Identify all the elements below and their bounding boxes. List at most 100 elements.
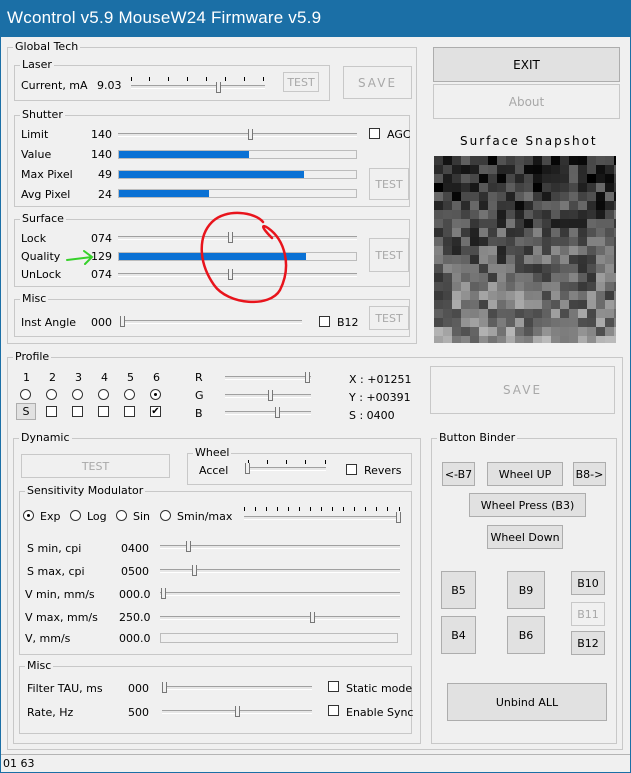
profile-check-2[interactable] (46, 406, 57, 417)
accel-thumb[interactable] (245, 463, 250, 474)
b4-button[interactable]: B4 (441, 616, 476, 654)
shutter-limit-value: 140 (91, 128, 112, 141)
profile-num-5: 5 (127, 371, 134, 384)
profile-num-3: 3 (75, 371, 82, 384)
profile-radio-6[interactable] (150, 389, 161, 400)
rgb-g-thumb[interactable] (268, 390, 273, 401)
dynamic-title: Dynamic (19, 431, 72, 445)
wheel-up-button[interactable]: Wheel UP (487, 462, 563, 486)
profile-check-5[interactable] (124, 406, 135, 417)
laser-test-button[interactable]: TEST (283, 72, 319, 92)
sensitivity-title: Sensitivity Modulator (25, 484, 146, 498)
vmin-slider[interactable] (160, 592, 400, 596)
button-binder-title: Button Binder (437, 431, 518, 445)
dynamic-test-button[interactable]: TEST (21, 454, 170, 478)
profile-s-button[interactable]: S (16, 403, 36, 420)
accel-slider[interactable] (248, 467, 326, 471)
profile-num-2: 2 (49, 371, 56, 384)
b12-button[interactable]: B12 (571, 631, 605, 655)
accel-slider-ticks (248, 460, 326, 464)
shutter-value-fill (119, 151, 250, 158)
mode-sminmax-radio[interactable] (160, 510, 171, 521)
profile-save-button[interactable]: SAVE (430, 366, 615, 414)
exit-button[interactable]: EXIT (433, 47, 620, 82)
smin-thumb[interactable] (186, 541, 191, 552)
mode-slider[interactable] (244, 516, 400, 520)
surface-test-button[interactable]: TEST (369, 238, 409, 272)
filter-tau-label: Filter TAU, ms (27, 682, 103, 695)
unbind-all-button[interactable]: Unbind ALL (447, 683, 607, 721)
shutter-avgpixel-value: 24 (98, 188, 112, 201)
rgb-b-slider[interactable] (225, 411, 311, 415)
rgb-r-thumb[interactable] (305, 372, 310, 383)
profile-check-4[interactable] (98, 406, 109, 417)
rgb-r-slider[interactable] (225, 376, 311, 380)
profile-radio-3[interactable] (72, 389, 83, 400)
status-text: 01 63 (3, 757, 35, 770)
inst-angle-thumb[interactable] (120, 316, 125, 327)
coord-s: S : 0400 (349, 409, 395, 422)
revers-checkbox[interactable] (346, 464, 357, 475)
smax-thumb[interactable] (192, 565, 197, 576)
global-misc-title: Misc (20, 292, 49, 306)
profile-check-6[interactable]: ✔ (150, 406, 161, 417)
wheel-down-button[interactable]: Wheel Down (487, 525, 563, 549)
wheel-press-button[interactable]: Wheel Press (B3) (469, 493, 586, 517)
coord-y: Y : +00391 (349, 391, 411, 404)
surface-unlock-thumb[interactable] (228, 269, 233, 280)
misc-test-button[interactable]: TEST (369, 306, 409, 330)
b8-button[interactable]: B8-> (573, 462, 606, 486)
inst-angle-slider[interactable] (121, 320, 302, 324)
smax-value: 0500 (121, 565, 149, 578)
vmax-label: V max, mm/s (25, 611, 98, 624)
vmax-thumb[interactable] (310, 612, 315, 623)
laser-slider-thumb[interactable] (216, 82, 221, 93)
vmax-slider[interactable] (160, 616, 400, 620)
mode-slider-thumb[interactable] (396, 512, 401, 523)
profile-check-3[interactable] (72, 406, 83, 417)
status-bar: 01 63 (1, 754, 630, 772)
mode-log-radio[interactable] (70, 510, 81, 521)
mode-exp-radio[interactable] (23, 510, 34, 521)
b11-button[interactable]: B11 (571, 602, 605, 626)
global-save-button[interactable]: SAVE (343, 66, 412, 99)
surface-unlock-slider[interactable] (118, 273, 357, 277)
filter-tau-slider[interactable] (162, 686, 312, 690)
mode-sin-radio[interactable] (116, 510, 127, 521)
about-button[interactable]: About (433, 84, 620, 119)
window-title: Wcontrol v5.9 MouseW24 Firmware v5.9 (0, 0, 631, 37)
profile-radio-5[interactable] (124, 389, 135, 400)
b9-button[interactable]: B9 (507, 571, 545, 609)
vmax-value: 250.0 (119, 611, 151, 624)
surface-lock-thumb[interactable] (228, 232, 233, 243)
filter-tau-thumb[interactable] (162, 682, 167, 693)
agc-checkbox[interactable] (369, 128, 380, 139)
laser-current-slider[interactable] (131, 85, 265, 89)
shutter-test-button[interactable]: TEST (369, 168, 409, 200)
shutter-limit-slider[interactable] (118, 133, 357, 137)
profile-radio-1[interactable] (20, 389, 31, 400)
rate-thumb[interactable] (235, 706, 240, 717)
rgb-b-thumb[interactable] (275, 407, 280, 418)
surface-lock-slider[interactable] (118, 236, 357, 240)
vmin-label: V min, mm/s (25, 588, 95, 601)
profile-num-1: 1 (23, 371, 30, 384)
profile-radio-2[interactable] (46, 389, 57, 400)
enable-sync-checkbox[interactable] (328, 705, 339, 716)
laser-current-value: 9.03 (97, 79, 122, 92)
surface-quality-label: Quality (21, 250, 61, 263)
profile-radio-4[interactable] (98, 389, 109, 400)
b5-button[interactable]: B5 (441, 571, 476, 609)
vmin-value: 000.0 (119, 588, 151, 601)
b12-checkbox[interactable] (319, 316, 330, 327)
b7-button[interactable]: <-B7 (442, 462, 475, 486)
smin-slider[interactable] (160, 545, 400, 549)
mode-sin-label: Sin (133, 510, 151, 523)
inst-angle-label: Inst Angle (21, 316, 77, 329)
enable-sync-label: Enable Sync (346, 706, 414, 719)
shutter-limit-thumb[interactable] (248, 129, 253, 140)
b10-button[interactable]: B10 (571, 571, 605, 595)
vmin-thumb[interactable] (161, 588, 166, 599)
b6-button[interactable]: B6 (507, 616, 545, 654)
static-mode-checkbox[interactable] (328, 681, 339, 692)
